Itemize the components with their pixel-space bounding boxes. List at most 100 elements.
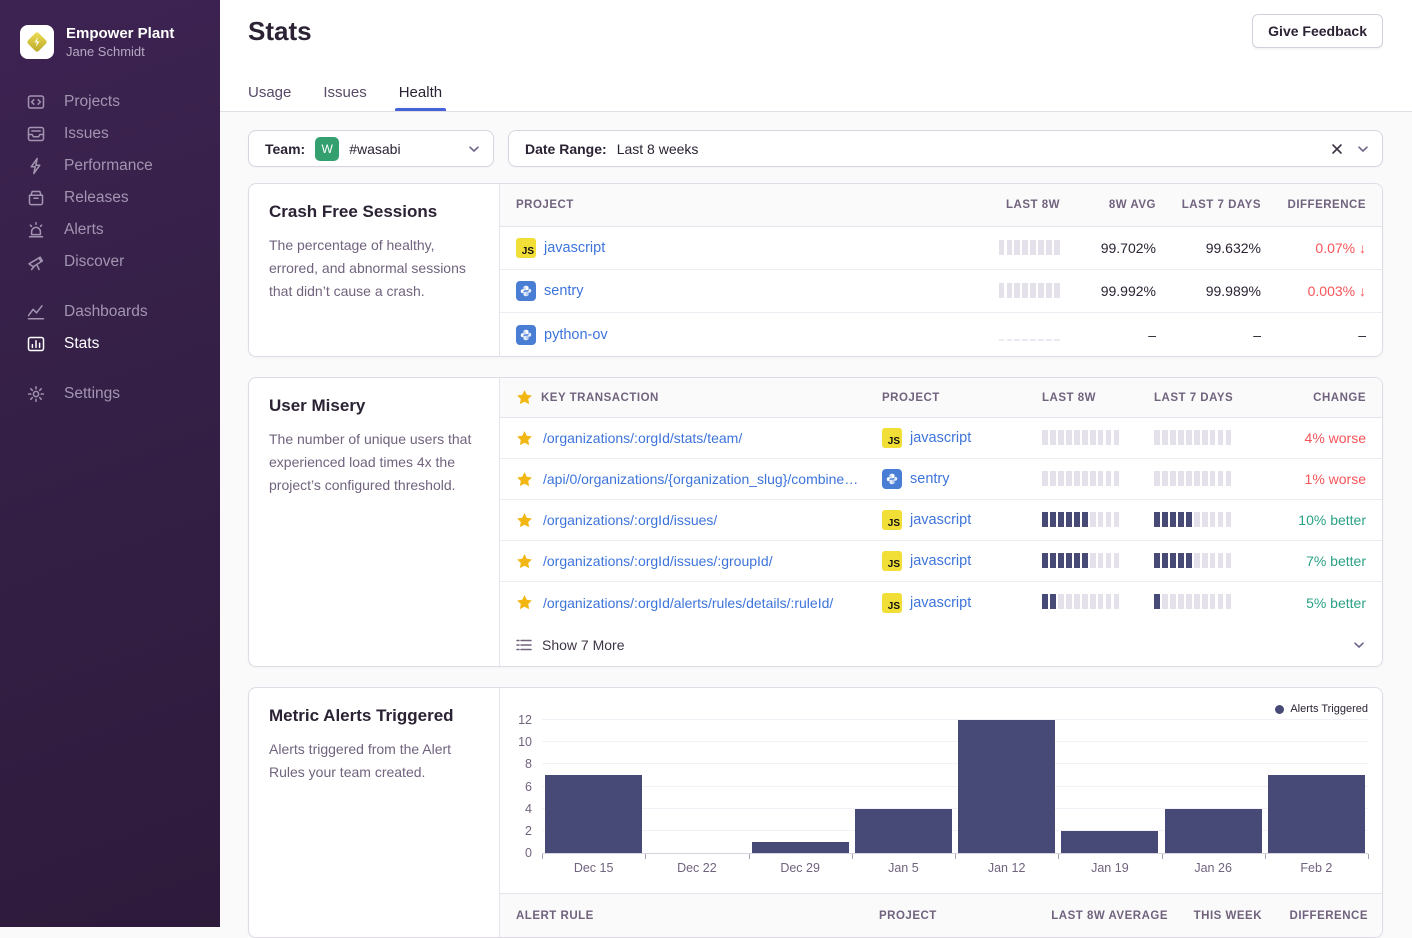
column-header: Project xyxy=(879,910,1008,922)
table-row: python-ov––– xyxy=(500,313,1382,356)
x-axis-tick-label: Dec 22 xyxy=(645,861,748,875)
chevron-down-icon[interactable] xyxy=(1356,142,1370,156)
project-cell: python-ov xyxy=(516,325,940,345)
x-axis-tick-label: Dec 29 xyxy=(749,861,852,875)
user-name: Jane Schmidt xyxy=(66,44,174,61)
axis-tick xyxy=(645,854,646,859)
last-8w-sparkline-cell xyxy=(1042,552,1154,571)
last-7-days-value: 99.989% xyxy=(1206,283,1261,299)
star-icon xyxy=(516,389,533,406)
bar-slot xyxy=(542,720,645,853)
x-axis-tick-label: Jan 5 xyxy=(852,861,955,875)
key-transaction-cell: /organizations/:orgId/alerts/rules/detai… xyxy=(516,594,882,611)
column-header: Alert Rule xyxy=(516,910,879,922)
sparkline xyxy=(1154,593,1231,609)
team-label: Team: xyxy=(265,141,305,157)
sidebar-item-label: Stats xyxy=(64,335,99,353)
project-link[interactable]: python-ov xyxy=(544,327,608,343)
crash-free-table-header: ProjectLast 8W8W AvgLast 7 DaysDifferenc… xyxy=(500,184,1382,227)
column-header: Project xyxy=(516,199,940,211)
releases-icon xyxy=(26,188,46,208)
issues-icon xyxy=(26,124,46,144)
last-8w-sparkline-cell xyxy=(1042,470,1154,489)
legend-dot-icon xyxy=(1275,705,1284,714)
settings-icon xyxy=(26,384,46,404)
sparkline xyxy=(1042,429,1119,445)
column-header: Last 8W Average xyxy=(1051,910,1168,922)
bar-slot xyxy=(749,720,852,853)
transaction-link[interactable]: /organizations/:orgId/stats/team/ xyxy=(543,430,742,446)
javascript-platform-icon: JS xyxy=(882,551,902,571)
show-more-label: Show 7 More xyxy=(542,637,624,653)
metric-alerts-title: Metric Alerts Triggered xyxy=(269,706,479,726)
sparkline xyxy=(1042,511,1119,527)
give-feedback-button[interactable]: Give Feedback xyxy=(1252,14,1383,48)
date-range-select[interactable]: Date Range: Last 8 weeks xyxy=(508,130,1383,167)
sidebar-item-discover[interactable]: Discover xyxy=(0,246,220,278)
change-value: 1% worse xyxy=(1305,471,1366,487)
y-axis-tick-label: 4 xyxy=(525,802,532,816)
star-icon xyxy=(516,471,533,488)
difference-value: 0.07% ↓ xyxy=(1315,240,1366,256)
last-7-days-sparkline-cell xyxy=(1154,552,1266,571)
sidebar-item-issues[interactable]: Issues xyxy=(0,118,220,150)
list-icon xyxy=(516,638,532,652)
last-8w-sparkline-cell xyxy=(1042,429,1154,448)
project-link[interactable]: sentry xyxy=(544,283,584,299)
bar-jan-26 xyxy=(1165,809,1262,853)
chevron-down-icon[interactable] xyxy=(467,142,481,156)
project-link[interactable]: javascript xyxy=(910,595,971,611)
column-header: Difference xyxy=(1290,910,1368,922)
sparkline xyxy=(1154,511,1231,527)
org-name: Empower Plant xyxy=(66,24,174,44)
last-7-days-sparkline-cell xyxy=(1154,429,1266,448)
star-icon xyxy=(516,594,533,611)
sidebar-item-label: Discover xyxy=(64,253,124,271)
sidebar-item-stats[interactable]: Stats xyxy=(0,328,220,360)
axis-tick xyxy=(542,854,543,859)
show-more-button[interactable]: Show 7 More xyxy=(500,623,1382,666)
crash-free-sessions-panel: Crash Free Sessions The percentage of he… xyxy=(248,183,1383,357)
project-link[interactable]: sentry xyxy=(910,471,950,487)
table-row: /organizations/:orgId/issues/JS javascrip… xyxy=(500,500,1382,541)
project-link[interactable]: javascript xyxy=(910,430,971,446)
project-cell: sentry xyxy=(882,469,1042,489)
transaction-link[interactable]: /organizations/:orgId/alerts/rules/detai… xyxy=(543,595,833,611)
javascript-platform-icon: JS xyxy=(882,428,902,448)
tab-issues[interactable]: Issues xyxy=(323,84,366,111)
project-link[interactable]: javascript xyxy=(544,240,605,256)
org-logo-icon xyxy=(20,25,54,59)
sparkline xyxy=(999,325,1060,341)
sparkline xyxy=(1042,552,1119,568)
metric-alerts-description: Alerts triggered from the Alert Rules yo… xyxy=(269,738,479,784)
transaction-link[interactable]: /organizations/:orgId/issues/:groupId/ xyxy=(543,553,773,569)
sidebar-item-label: Issues xyxy=(64,125,109,143)
sidebar-item-releases[interactable]: Releases xyxy=(0,182,220,214)
column-header: Last 8W xyxy=(1042,392,1154,404)
sidebar-item-label: Alerts xyxy=(64,221,104,239)
sidebar-item-projects[interactable]: Projects xyxy=(0,86,220,118)
last-8w-sparkline-cell xyxy=(999,325,1060,344)
alert-rule-table-header: Alert RuleProjectLast 8W AverageThis Wee… xyxy=(500,893,1383,937)
javascript-platform-icon: JS xyxy=(882,510,902,530)
tab-usage[interactable]: Usage xyxy=(248,84,291,111)
team-select[interactable]: Team: W #wasabi xyxy=(248,130,494,167)
axis-tick xyxy=(749,854,750,859)
clear-date-icon[interactable] xyxy=(1330,142,1344,156)
axis-tick xyxy=(1162,854,1163,859)
project-link[interactable]: javascript xyxy=(910,512,971,528)
org-switcher[interactable]: Empower Plant Jane Schmidt xyxy=(0,0,220,86)
axis-tick xyxy=(1058,854,1059,859)
column-header: Change xyxy=(1313,392,1366,404)
x-axis-tick-label: Jan 26 xyxy=(1162,861,1265,875)
transaction-link[interactable]: /organizations/:orgId/issues/ xyxy=(543,512,717,528)
sidebar-item-settings[interactable]: Settings xyxy=(0,378,220,410)
sidebar-item-alerts[interactable]: Alerts xyxy=(0,214,220,246)
tab-health[interactable]: Health xyxy=(399,84,442,111)
project-link[interactable]: javascript xyxy=(910,553,971,569)
change-value: 4% worse xyxy=(1305,430,1366,446)
sidebar-item-performance[interactable]: Performance xyxy=(0,150,220,182)
transaction-link[interactable]: /api/0/organizations/{organization_slug}… xyxy=(543,471,858,487)
last-7-days-sparkline-cell xyxy=(1154,511,1266,530)
sidebar-item-dashboards[interactable]: Dashboards xyxy=(0,296,220,328)
